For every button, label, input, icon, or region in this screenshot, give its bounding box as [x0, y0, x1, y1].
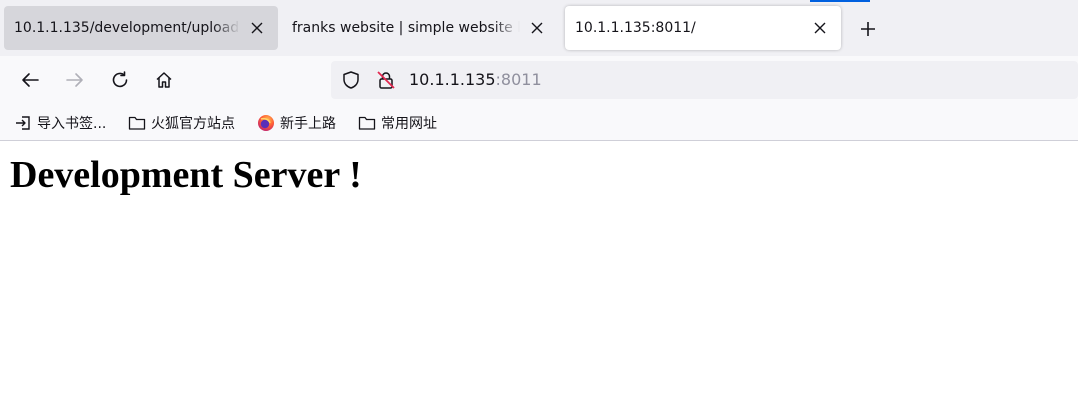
import-icon — [14, 114, 32, 132]
url-host: 10.1.1.135 — [409, 70, 496, 89]
bookmark-label: 导入书签... — [37, 116, 107, 132]
home-button[interactable] — [148, 64, 180, 96]
page-heading: Development Server ! — [10, 154, 362, 196]
tab-label: 10.1.1.135:8011/ — [575, 20, 696, 36]
tab-strip: 10.1.1.135/development/uploader/ franks … — [0, 0, 1078, 56]
tab-label: franks website | simple website browser — [292, 20, 520, 36]
plus-icon — [861, 22, 875, 36]
tab-development-server[interactable]: 10.1.1.135:8011/ — [565, 6, 841, 50]
bookmark-import[interactable]: 导入书签... — [14, 112, 106, 134]
tab-franks-website[interactable]: franks website | simple website browser — [282, 6, 558, 50]
close-icon[interactable] — [246, 17, 268, 39]
reload-icon — [112, 71, 128, 88]
folder-icon — [358, 114, 376, 132]
arrow-left-icon — [22, 73, 39, 87]
bookmark-label: 火狐官方站点 — [151, 116, 235, 132]
bookmarks-toolbar: 导入书签... 火狐官方站点 新手上路 常用网址 — [0, 104, 1078, 141]
firefox-icon — [257, 114, 275, 132]
back-button[interactable] — [14, 64, 46, 96]
bookmark-label: 常用网址 — [381, 116, 437, 132]
tab-strip-accent — [810, 0, 870, 2]
tab-uploader[interactable]: 10.1.1.135/development/uploader/ — [4, 6, 278, 50]
close-icon[interactable] — [526, 17, 548, 39]
home-icon — [156, 72, 172, 88]
folder-icon — [128, 114, 146, 132]
insecure-connection-lock-icon[interactable] — [376, 70, 396, 95]
close-icon[interactable] — [809, 17, 831, 39]
arrow-right-icon — [66, 73, 83, 87]
address-bar[interactable]: 10.1.1.135:8011 — [331, 61, 1078, 99]
bookmark-firefox-official[interactable]: 火狐官方站点 — [128, 112, 235, 134]
url-port: :8011 — [495, 70, 542, 89]
new-tab-button[interactable] — [852, 13, 884, 45]
bookmark-label: 新手上路 — [280, 116, 336, 132]
navigation-toolbar: 10.1.1.135:8011 — [0, 56, 1078, 104]
bookmark-common-sites[interactable]: 常用网址 — [358, 112, 437, 134]
page-content: Development Server ! — [0, 141, 1078, 407]
reload-button[interactable] — [104, 64, 136, 96]
url-text[interactable]: 10.1.1.135:8011 — [409, 70, 542, 89]
forward-button[interactable] — [59, 64, 91, 96]
tab-label: 10.1.1.135/development/uploader/ — [14, 20, 240, 36]
tracking-protection-shield-icon[interactable] — [341, 70, 361, 95]
bookmark-getting-started[interactable]: 新手上路 — [257, 112, 336, 134]
